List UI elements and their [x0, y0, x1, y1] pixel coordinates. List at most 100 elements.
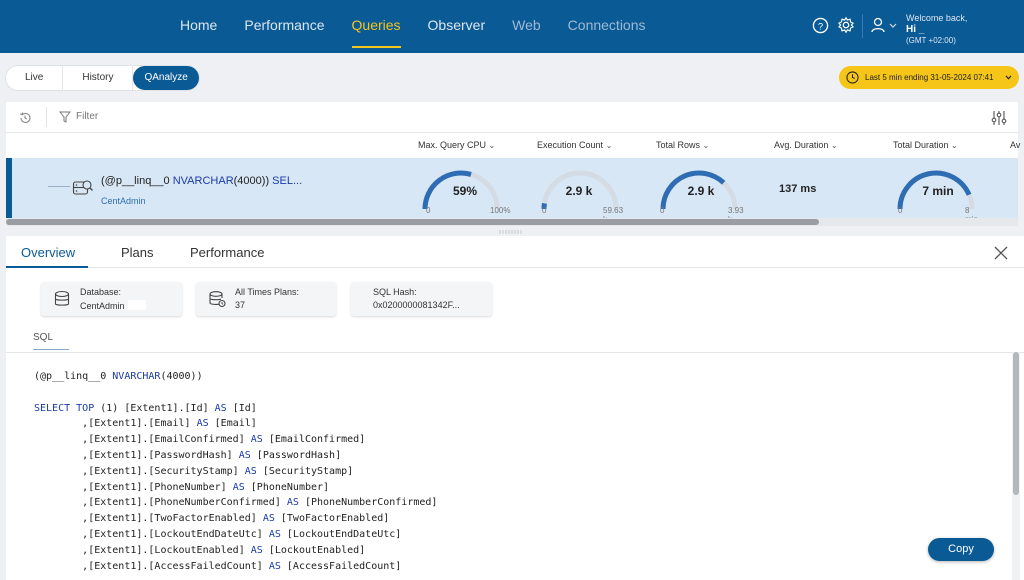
filter-icon[interactable]: [59, 111, 71, 123]
card-value: CentAdmin: [80, 300, 146, 311]
query-database: CentAdmin: [101, 196, 146, 206]
card-label: All Times Plans:: [235, 287, 300, 297]
sql-line-column: ,[Extent1].[AccessFailedCount] AS [Acces…: [82, 560, 402, 572]
plans-database-icon: [209, 291, 226, 308]
sql-line-column: ,[Extent1].[PasswordHash] AS [PasswordHa…: [82, 449, 342, 461]
gauge-total-duration: 7 min 0 8 min: [895, 165, 978, 224]
tab-plans[interactable]: Plans: [121, 245, 154, 260]
welcome-text: Welcome back,: [906, 13, 968, 23]
query-row[interactable]: (@p__linq__0 NVARCHAR(4000)) SEL... Cent…: [6, 158, 1018, 224]
sql-line-column: ,[Extent1].[Email] AS [Email]: [82, 418, 257, 430]
gauge-total-rows: 2.9 k 0 3.93 k: [658, 165, 744, 224]
sql-line-column: ,[Extent1].[EmailConfirmed] AS [EmailCon…: [82, 434, 366, 446]
chevron-down-icon: [1005, 75, 1012, 80]
sql-line-select: SELECT TOP (1) [Extent1].[Id] AS [Id]: [34, 402, 257, 414]
gauge-value: 2.9 k: [687, 184, 715, 198]
main-nav: Home Performance Queries Observer Web Co…: [180, 0, 673, 53]
sql-line-column: ,[Extent1].[SecurityStamp] AS [SecurityS…: [82, 465, 354, 477]
chevron-down-icon[interactable]: [889, 23, 897, 29]
horizontal-scrollbar[interactable]: [6, 218, 1018, 226]
nav-observer[interactable]: Observer: [428, 0, 486, 53]
segment-history[interactable]: History: [63, 66, 134, 90]
column-headers: Max. Query CPU ⌄ Execution Count ⌄ Total…: [6, 133, 1020, 157]
time-range-text: Last 5 min ending 31-05-2024 07:41: [865, 73, 994, 82]
sql-box-divider: [6, 352, 1024, 353]
history-icon[interactable]: [18, 111, 32, 125]
time-range-selector[interactable]: Last 5 min ending 31-05-2024 07:41: [839, 66, 1019, 89]
query-toolbar: Filter: [6, 102, 1018, 133]
tree-connector: [48, 186, 70, 187]
gauge-max-cpu: 59% 0 100%: [420, 165, 510, 220]
sql-line-column: ,[Extent1].[TwoFactorEnabled] AS [TwoFac…: [82, 513, 390, 525]
query-text[interactable]: (@p__linq__0 NVARCHAR(4000)) SEL...: [101, 175, 302, 187]
nav-connections[interactable]: Connections: [568, 0, 646, 53]
sql-line-column: ,[Extent1].[PhoneNumber] AS [PhoneNumber…: [82, 481, 330, 493]
timezone: (GMT +02:00): [906, 36, 956, 45]
tab-performance[interactable]: Performance: [190, 245, 264, 260]
selected-row-marker: [6, 158, 12, 218]
user-icon[interactable]: [871, 17, 885, 33]
card-label: Database:: [80, 287, 122, 297]
mode-segmented-control: Live History QAnalyze: [6, 66, 199, 90]
gauge-value: 2.9 k: [565, 184, 593, 198]
nav-home[interactable]: Home: [180, 0, 217, 53]
filter-label[interactable]: Filter: [76, 111, 98, 122]
column-avg-duration[interactable]: Avg. Duration ⌄: [774, 140, 838, 150]
sql-tab-indicator: [33, 349, 69, 350]
toolbar-divider: [46, 107, 47, 127]
gauge-max: 100%: [490, 206, 511, 215]
user-name: Hi _: [906, 24, 925, 35]
card-database: Database: CentAdmin: [41, 282, 182, 316]
gauge-min: 0: [426, 206, 431, 215]
database-icon: [54, 290, 70, 306]
details-tabs: Overview Plans Performance: [6, 236, 1024, 268]
card-all-times-plans: All Times Plans: 37: [196, 282, 336, 316]
gear-icon[interactable]: [837, 16, 855, 34]
clock-icon: [846, 71, 859, 84]
query-list-panel: Filter Max. Query CPU ⌄ Execution Count …: [6, 102, 1020, 226]
close-icon[interactable]: [994, 246, 1008, 260]
sql-line-column: ,[Extent1].[LockoutEnabled] AS [LockoutE…: [82, 544, 366, 556]
svg-text:?: ?: [818, 21, 823, 32]
sql-line-column: ,[Extent1].[LockoutEndDateUtc] AS [Locko…: [82, 528, 402, 540]
card-value[interactable]: 0x0200000081342F...: [373, 300, 460, 310]
column-max-query-cpu[interactable]: Max. Query CPU ⌄: [418, 140, 495, 150]
column-execution-count[interactable]: Execution Count ⌄: [537, 140, 612, 150]
tab-overview[interactable]: Overview: [21, 245, 75, 260]
redaction-mask: [127, 300, 146, 310]
query-details-panel: Overview Plans Performance Database: Cen…: [6, 236, 1024, 580]
column-total-rows[interactable]: Total Rows ⌄: [656, 140, 709, 150]
gauge-min: 0: [660, 206, 665, 215]
copy-button[interactable]: Copy: [928, 538, 994, 561]
active-tab-indicator: [6, 266, 88, 268]
column-settings-icon[interactable]: [991, 110, 1007, 126]
sql-code[interactable]: (@p__linq__0 NVARCHAR(4000)) SELECT TOP …: [34, 369, 437, 574]
gauge-execution-count: 2.9 k 0 59.63 k: [539, 165, 623, 224]
segment-live[interactable]: Live: [6, 66, 64, 90]
segment-qanalyze[interactable]: QAnalyze: [133, 66, 199, 90]
database-query-icon: [72, 180, 93, 195]
tab-sql[interactable]: SQL: [33, 332, 53, 343]
card-value: 37: [235, 300, 246, 310]
gauge-value: 59%: [452, 184, 478, 198]
resize-handle[interactable]: [498, 230, 524, 234]
avg-duration-value: 137 ms: [779, 183, 817, 195]
sql-line-declare: (@p__linq__0 NVARCHAR(4000)): [34, 371, 203, 382]
sql-column-lines: ,[Extent1].[Email] AS [Email] ,[Extent1]…: [34, 416, 437, 574]
gauge-value: 7 min: [922, 184, 954, 198]
nav-web[interactable]: Web: [512, 0, 541, 53]
help-icon[interactable]: ?: [812, 17, 829, 34]
welcome-block: Welcome back, Hi _ (GMT +02:00): [906, 13, 967, 46]
sql-blank-line: [34, 385, 437, 401]
scrollbar-thumb[interactable]: [1013, 352, 1019, 495]
gauge-min: 0: [898, 206, 903, 215]
sql-line-column: ,[Extent1].[PhoneNumberConfirmed] AS [Ph…: [82, 497, 438, 509]
column-total-duration[interactable]: Total Duration ⌄: [893, 140, 958, 150]
nav-performance[interactable]: Performance: [244, 0, 324, 53]
card-sql-hash: SQL Hash: 0x0200000081342F...: [351, 282, 492, 316]
scrollbar-thumb[interactable]: [6, 219, 819, 225]
vertical-scrollbar[interactable]: [1012, 352, 1020, 580]
nav-divider: [862, 14, 863, 38]
nav-queries[interactable]: Queries: [351, 0, 401, 53]
column-truncated[interactable]: Av: [1010, 140, 1020, 150]
